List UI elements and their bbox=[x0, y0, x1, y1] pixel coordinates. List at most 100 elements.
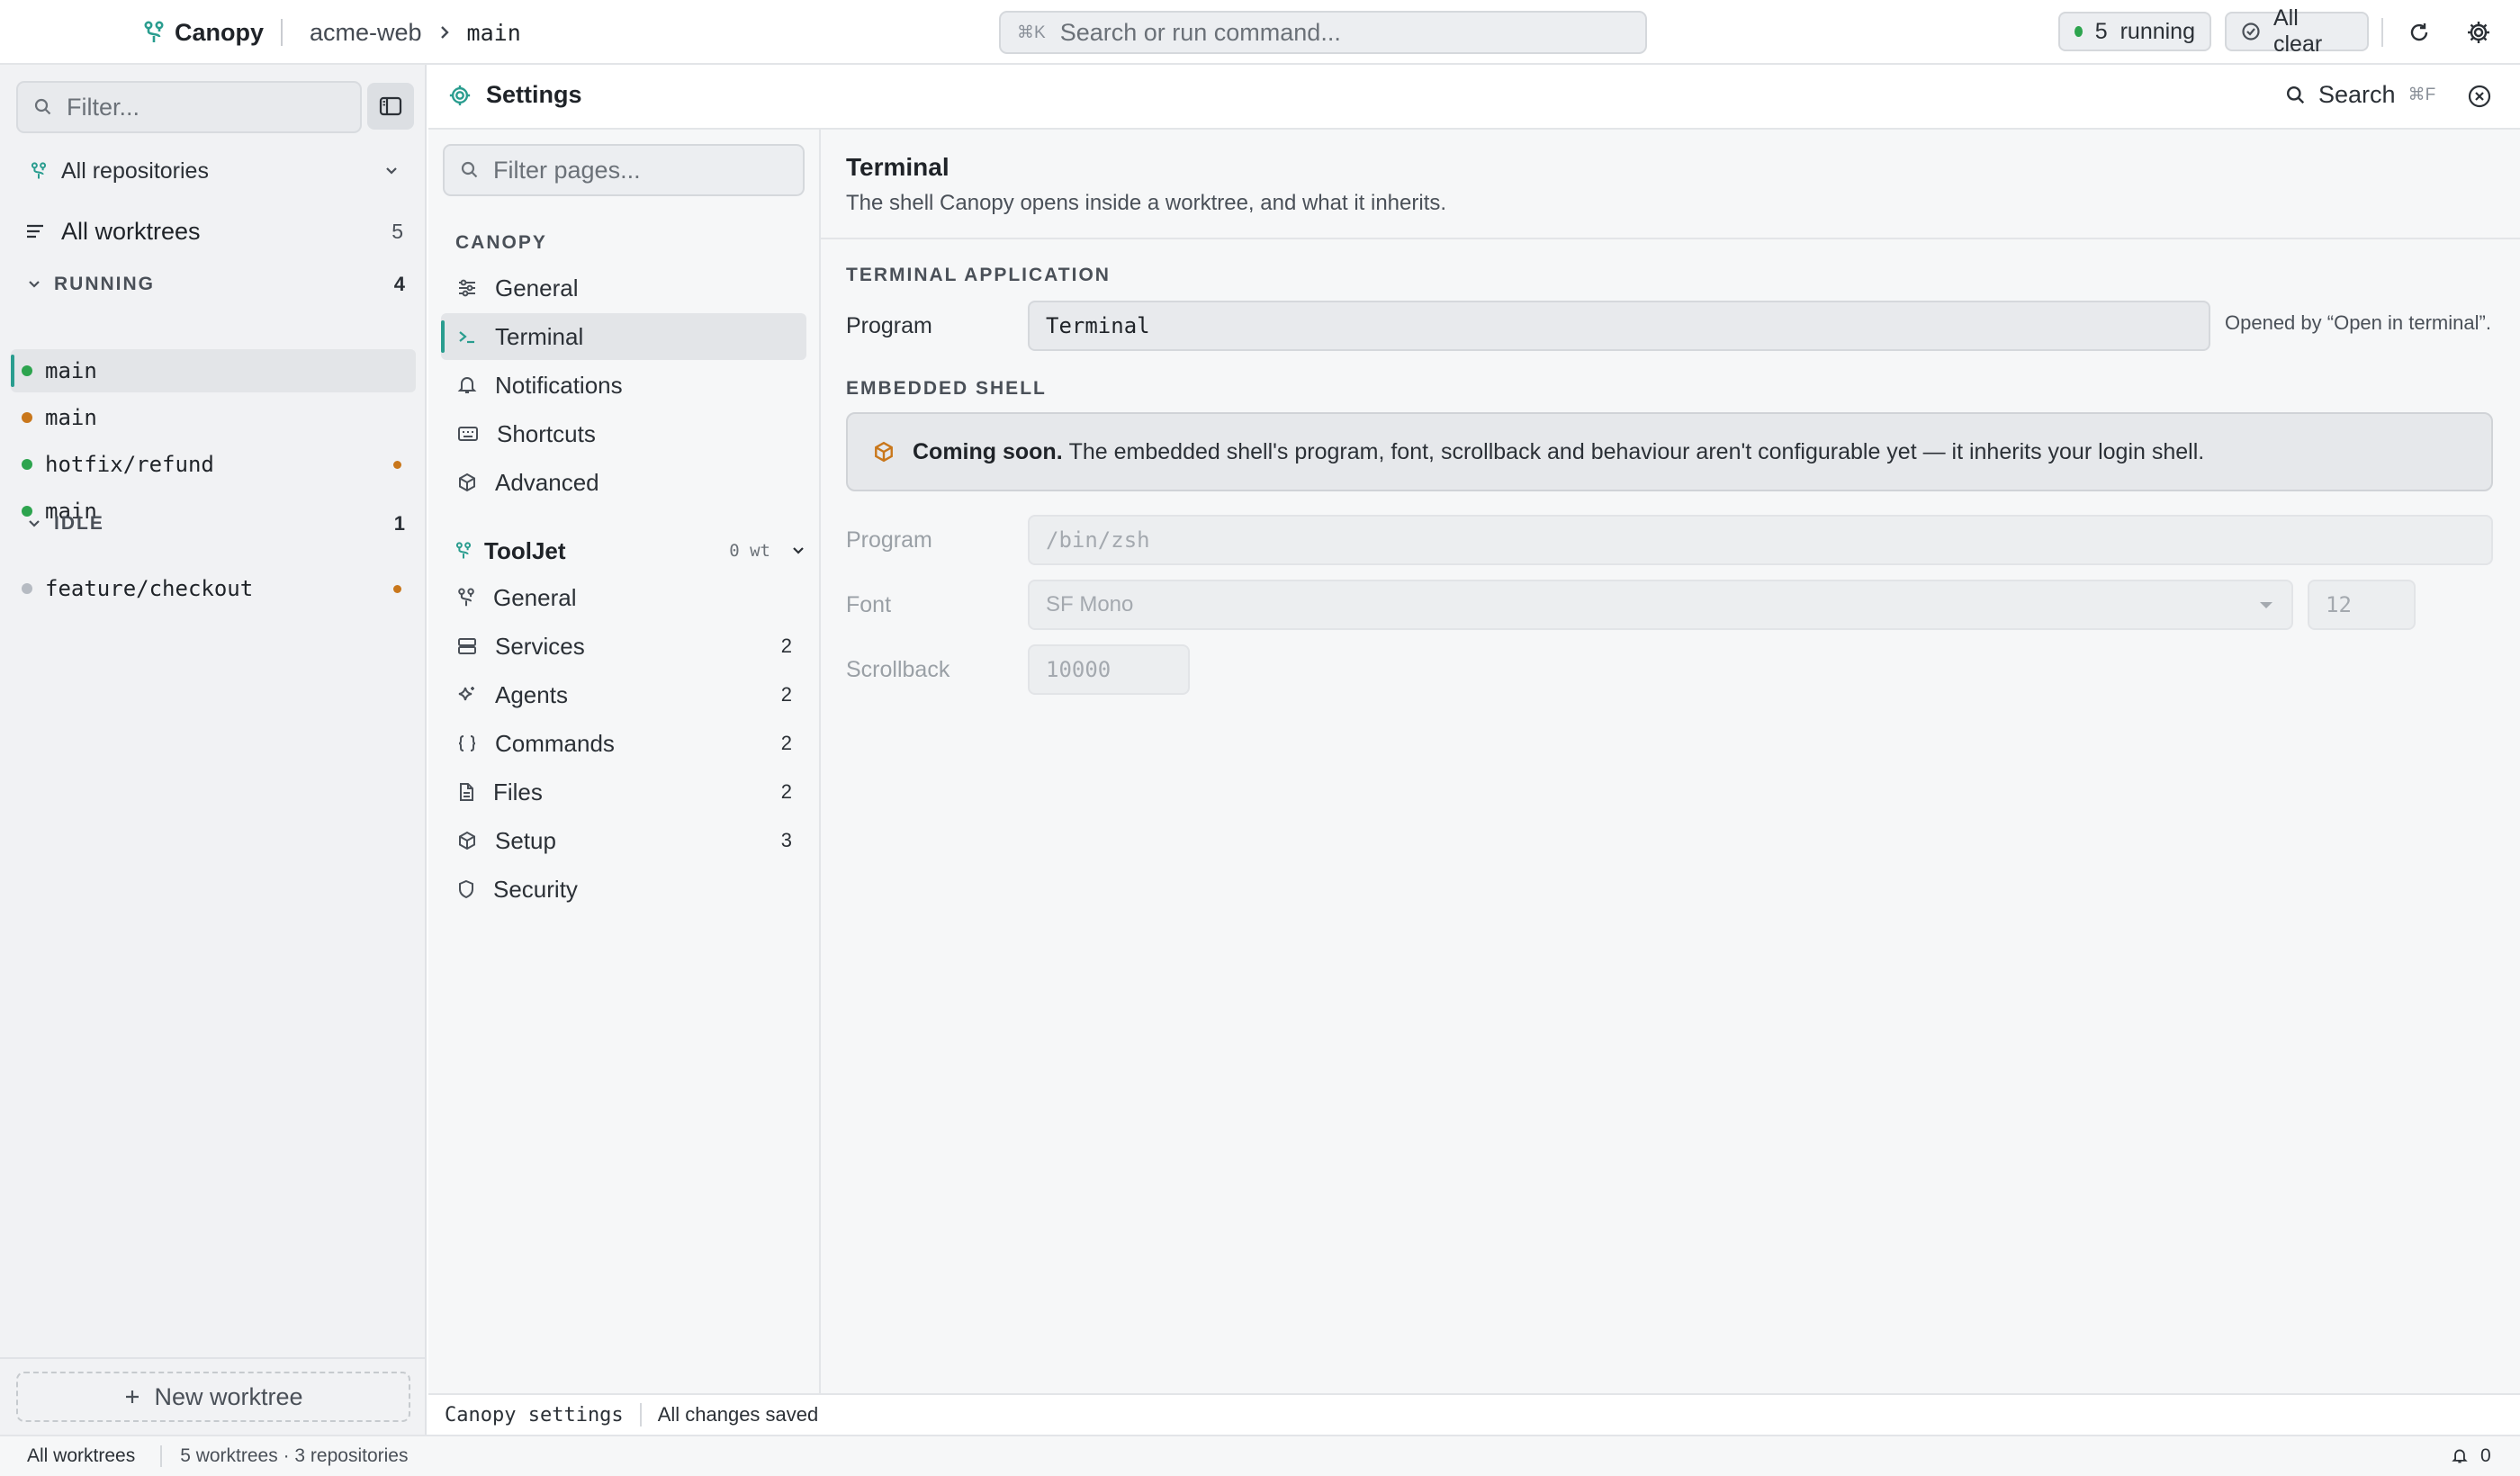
breadcrumb-divider bbox=[281, 19, 283, 46]
status-scope[interactable]: All worktrees bbox=[27, 1445, 135, 1467]
settings-nav: Filter pages... CANOPY General Terminal … bbox=[428, 130, 821, 1393]
notifications-button[interactable]: 0 bbox=[2452, 1445, 2491, 1467]
group-label: RUNNING bbox=[54, 274, 155, 294]
running-count: 5 bbox=[2094, 18, 2108, 44]
settings-search-shortcut: ⌘F bbox=[2408, 86, 2436, 104]
caret-down-icon bbox=[2257, 599, 2275, 610]
settings-page-filter-placeholder: Filter pages... bbox=[493, 156, 641, 184]
worktree-item[interactable]: feature/checkout bbox=[11, 567, 416, 610]
nav-item-files[interactable]: Files 2 bbox=[441, 769, 806, 815]
nav-item-commands[interactable]: Commands 2 bbox=[441, 720, 806, 767]
nav-item-notifications[interactable]: Notifications bbox=[441, 362, 806, 409]
project-label: ToolJet bbox=[484, 536, 566, 564]
group-header-running[interactable]: RUNNING 4 bbox=[27, 268, 405, 301]
bell-icon bbox=[2452, 1447, 2468, 1465]
chevron-down-icon bbox=[383, 166, 400, 176]
terminal-program-value: Terminal bbox=[1046, 313, 1150, 338]
nav-item-project-general[interactable]: General bbox=[441, 574, 806, 621]
nav-item-terminal[interactable]: Terminal bbox=[441, 313, 806, 360]
status-dot-icon bbox=[22, 365, 32, 376]
breadcrumb-branch[interactable]: main bbox=[467, 20, 521, 46]
nav-item-label: Notifications bbox=[495, 371, 623, 399]
gear-icon bbox=[448, 84, 472, 107]
settings-title: Settings bbox=[448, 81, 582, 109]
bell-icon bbox=[457, 375, 477, 395]
nav-item-shortcuts[interactable]: Shortcuts bbox=[441, 410, 806, 457]
settings-header: Settings Search ⌘F bbox=[428, 65, 2520, 130]
notice-bold: Coming soon. bbox=[913, 438, 1063, 464]
scrollback-input: 10000 bbox=[1028, 644, 1190, 695]
sidebar-filter-input[interactable]: Filter... bbox=[16, 81, 362, 133]
app-name: Canopy bbox=[175, 18, 265, 46]
section-embedded-shell: EMBEDDED SHELL bbox=[846, 378, 1047, 399]
worktree-item[interactable]: main bbox=[11, 396, 416, 439]
settings-search-button[interactable]: Search ⌘F bbox=[2286, 81, 2435, 109]
package-icon bbox=[873, 441, 895, 463]
braces-icon bbox=[457, 734, 477, 752]
worktree-item[interactable]: main bbox=[11, 349, 416, 392]
app-brand[interactable]: Canopy bbox=[144, 16, 264, 49]
nav-item-security[interactable]: Security bbox=[441, 866, 806, 913]
repo-branch-icon bbox=[31, 162, 47, 180]
close-settings-icon[interactable] bbox=[2466, 83, 2493, 110]
nav-item-count: 2 bbox=[780, 683, 792, 706]
check-circle-icon bbox=[2241, 22, 2261, 41]
all-worktrees-item[interactable]: All worktrees 5 bbox=[25, 209, 403, 254]
sidebar-divider bbox=[0, 1357, 427, 1359]
worktree-item[interactable]: hotfix/refund bbox=[11, 443, 416, 486]
top-bar: Canopy acme-web main ⌘K Search or run co… bbox=[0, 0, 2520, 65]
running-status-pill[interactable]: 5 running bbox=[2058, 12, 2211, 51]
nav-item-advanced[interactable]: Advanced bbox=[441, 459, 806, 506]
page-title: Terminal bbox=[846, 153, 950, 181]
all-clear-pill[interactable]: All clear bbox=[2225, 5, 2369, 57]
project-worktree-count: 0 wt bbox=[729, 541, 770, 561]
plus-icon bbox=[123, 1388, 141, 1406]
toolbar-divider bbox=[2381, 18, 2383, 47]
terminal-program-input[interactable]: Terminal bbox=[1028, 301, 2210, 351]
shell-program-placeholder: /bin/zsh bbox=[1046, 527, 1150, 553]
search-icon bbox=[461, 161, 479, 179]
group-count: 1 bbox=[393, 512, 405, 535]
settings-content: Terminal The shell Canopy opens inside a… bbox=[821, 130, 2520, 1393]
shell-font-select: SF Mono bbox=[1028, 580, 2293, 630]
status-dot-icon bbox=[22, 459, 32, 470]
terminal-icon bbox=[457, 328, 477, 346]
sidebar-filter-placeholder: Filter... bbox=[67, 93, 140, 121]
branch-logo-icon bbox=[144, 21, 164, 44]
project-header-tooljet[interactable]: ToolJet 0 wt bbox=[455, 531, 806, 571]
nav-item-setup[interactable]: Setup 3 bbox=[441, 817, 806, 864]
nav-item-label: Setup bbox=[495, 826, 556, 854]
nav-item-count: 3 bbox=[780, 829, 792, 851]
command-search-input[interactable]: ⌘K Search or run command... bbox=[999, 11, 1647, 54]
group-label: IDLE bbox=[54, 513, 104, 534]
changes-flag-icon bbox=[393, 460, 401, 469]
nav-item-label: Files bbox=[493, 778, 543, 806]
nav-item-services[interactable]: Services 2 bbox=[441, 623, 806, 670]
shell-font-value: SF Mono bbox=[1046, 592, 1134, 616]
settings-title-text: Settings bbox=[486, 81, 582, 108]
gear-icon[interactable] bbox=[2464, 18, 2493, 47]
shell-font-size-input: 12 bbox=[2308, 580, 2416, 630]
refresh-icon[interactable] bbox=[2405, 18, 2434, 47]
shield-icon bbox=[457, 879, 475, 899]
new-worktree-button[interactable]: New worktree bbox=[16, 1372, 410, 1422]
repository-select[interactable]: All repositories bbox=[31, 151, 400, 191]
app-status-bar: All worktrees 5 worktrees · 3 repositori… bbox=[0, 1435, 2520, 1476]
settings-page-filter-input[interactable]: Filter pages... bbox=[443, 144, 805, 196]
nav-item-label: Security bbox=[493, 875, 578, 903]
group-header-idle[interactable]: IDLE 1 bbox=[27, 508, 405, 540]
all-clear-label: All clear bbox=[2273, 5, 2323, 57]
nav-item-label: General bbox=[495, 274, 579, 302]
all-worktrees-label: All worktrees bbox=[61, 217, 201, 245]
shell-font-size-value: 12 bbox=[2326, 592, 2352, 617]
settings-status-left: Canopy settings bbox=[445, 1403, 624, 1426]
search-icon bbox=[2286, 86, 2306, 105]
nav-item-general[interactable]: General bbox=[441, 265, 806, 311]
sparkle-icon bbox=[457, 685, 477, 705]
nav-item-label: Agents bbox=[495, 680, 568, 708]
nav-item-agents[interactable]: Agents 2 bbox=[441, 671, 806, 718]
sidebar-toggle-button[interactable] bbox=[367, 83, 414, 130]
worktree-name: main bbox=[45, 358, 97, 383]
nav-item-label: Services bbox=[495, 632, 585, 660]
breadcrumb-repo[interactable]: acme-web bbox=[310, 19, 422, 47]
